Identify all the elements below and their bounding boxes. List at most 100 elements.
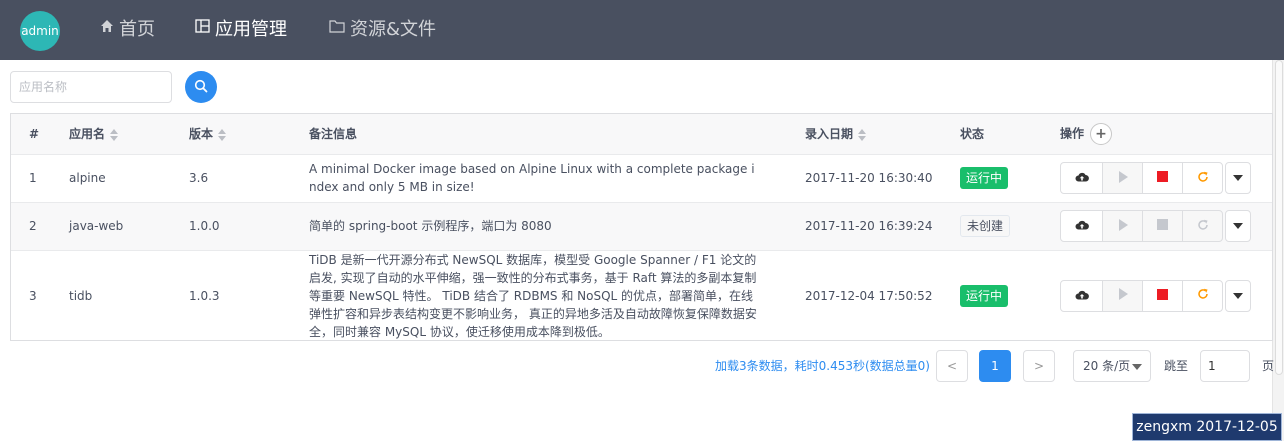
stop-icon [1157, 171, 1168, 185]
stop-icon [1157, 288, 1168, 303]
status-badge: 未创建 [960, 215, 1011, 237]
start-button[interactable] [1102, 210, 1143, 242]
restart-button[interactable] [1182, 162, 1223, 194]
nav-home-label: 首页 [119, 19, 155, 40]
col-header-actions: 操作 + [1042, 114, 1272, 155]
cell-version: 3.6 [171, 154, 291, 203]
page-size-value: 20 条/页 [1083, 359, 1131, 373]
chevron-left-icon: < [946, 359, 958, 373]
grid-icon [195, 0, 210, 58]
plus-icon: + [1095, 125, 1107, 142]
action-button-group [1060, 210, 1223, 242]
table-row: 1 alpine 3.6 A minimal Docker image base… [11, 154, 1272, 203]
chevron-right-icon: > [1033, 359, 1045, 373]
stop-button[interactable] [1142, 210, 1183, 242]
start-button[interactable] [1102, 279, 1143, 312]
cell-actions [1042, 154, 1272, 203]
sort-icon[interactable] [218, 128, 227, 141]
table-header-row: # 应用名 版本 备注信息 录入日期 状态 操作 + [11, 114, 1272, 155]
avatar[interactable]: admin [20, 11, 60, 51]
cloud-upload-icon [1075, 289, 1089, 303]
cell-index: 2 [11, 202, 51, 251]
more-actions-dropdown[interactable] [1225, 210, 1251, 242]
deploy-button[interactable] [1060, 162, 1103, 194]
status-badge: 运行中 [960, 284, 1009, 307]
action-button-group [1060, 162, 1223, 194]
cell-date: 2017-11-20 16:39:24 [787, 202, 942, 251]
app-name-search-input[interactable] [10, 71, 172, 103]
play-icon [1118, 218, 1128, 234]
refresh-icon [1197, 288, 1209, 303]
add-column-button[interactable]: + [1090, 122, 1113, 145]
cell-version: 1.0.0 [171, 202, 291, 251]
cell-remark: A minimal Docker image based on Alpine L… [291, 154, 787, 203]
page-unit-label: 页 [1262, 359, 1275, 373]
cell-app-name: java-web [51, 202, 171, 251]
jump-page-input[interactable] [1200, 350, 1250, 382]
col-header-status: 状态 [942, 114, 1042, 155]
stop-button[interactable] [1142, 162, 1183, 194]
cell-app-name: alpine [51, 154, 171, 203]
restart-button[interactable] [1182, 210, 1223, 242]
col-header-remark: 备注信息 [291, 114, 787, 155]
cell-actions [1042, 250, 1272, 340]
home-icon [100, 0, 114, 58]
cloud-upload-icon [1075, 171, 1089, 185]
stop-button[interactable] [1142, 279, 1183, 312]
scrollbar-thumb[interactable] [1275, 60, 1283, 375]
cell-index: 1 [11, 154, 51, 203]
status-badge: 运行中 [960, 167, 1009, 189]
cell-app-name: tidb [69, 288, 93, 303]
cell-date: 2017-12-04 17:50:52 [805, 288, 933, 303]
search-button[interactable] [185, 71, 217, 103]
play-icon [1118, 288, 1128, 303]
col-header-app-name[interactable]: 应用名 [51, 114, 171, 155]
nav-resources-files-label: 资源&文件 [350, 19, 437, 40]
stop-icon [1157, 219, 1168, 233]
cell-index: 3 [29, 288, 37, 303]
refresh-icon [1197, 171, 1209, 186]
more-actions-dropdown[interactable] [1225, 162, 1251, 194]
nav-home[interactable]: 首页 [100, 0, 155, 60]
load-info-text: 加载3条数据，耗时0.453秒(数据总量0) [715, 359, 930, 373]
cell-remark: 简单的 spring-boot 示例程序，端口为 8080 [291, 202, 787, 251]
search-icon [194, 79, 208, 96]
next-page-button[interactable]: > [1023, 350, 1055, 382]
page-size-select[interactable]: 20 条/页 [1073, 350, 1151, 382]
more-actions-dropdown[interactable] [1225, 279, 1251, 312]
app-table: # 应用名 版本 备注信息 录入日期 状态 操作 + 1 alpine 3.6 A… [10, 113, 1273, 341]
cell-remark: TiDB 是新一代开源分布式 NewSQL 数据库，模型受 Google Spa… [309, 252, 757, 339]
caret-down-icon [1233, 223, 1243, 229]
nav-resources-files[interactable]: 资源&文件 [329, 0, 436, 60]
col-header-index: # [11, 114, 51, 155]
table-row: 3 tidb 1.0.3 TiDB 是新一代开源分布式 NewSQL 数据库，模… [11, 250, 1272, 340]
cloud-upload-icon [1075, 219, 1089, 233]
cell-version: 1.0.3 [189, 288, 220, 303]
page-1-button[interactable]: 1 [979, 350, 1011, 382]
jump-to-label: 跳至 [1164, 359, 1189, 373]
cell-status: 未创建 [942, 202, 1042, 251]
start-button[interactable] [1102, 162, 1143, 194]
caret-down-icon [1233, 292, 1243, 299]
top-navbar: admin 首页 应用管理 资源&文件 [0, 0, 1284, 60]
sort-icon[interactable] [858, 128, 867, 141]
col-header-date[interactable]: 录入日期 [787, 114, 942, 155]
play-icon [1118, 170, 1128, 186]
caret-down-icon [1132, 364, 1142, 370]
restart-button[interactable] [1182, 279, 1223, 312]
sort-icon[interactable] [110, 128, 119, 141]
nav-app-management[interactable]: 应用管理 [195, 0, 287, 60]
page-scrollbar[interactable] [1272, 60, 1284, 441]
user-date-watermark: zengxm 2017-12-05 [1132, 413, 1282, 441]
cell-status: 运行中 [942, 154, 1042, 203]
prev-page-button[interactable]: < [936, 350, 968, 382]
action-button-group [1060, 279, 1223, 312]
deploy-button[interactable] [1060, 279, 1103, 312]
cell-status: 运行中 [942, 250, 1042, 340]
table-row: 2 java-web 1.0.0 简单的 spring-boot 示例程序，端口… [11, 202, 1272, 251]
caret-down-icon [1233, 175, 1243, 181]
refresh-icon [1197, 219, 1209, 234]
col-header-version[interactable]: 版本 [171, 114, 291, 155]
cell-date: 2017-11-20 16:30:40 [787, 154, 942, 203]
deploy-button[interactable] [1060, 210, 1103, 242]
